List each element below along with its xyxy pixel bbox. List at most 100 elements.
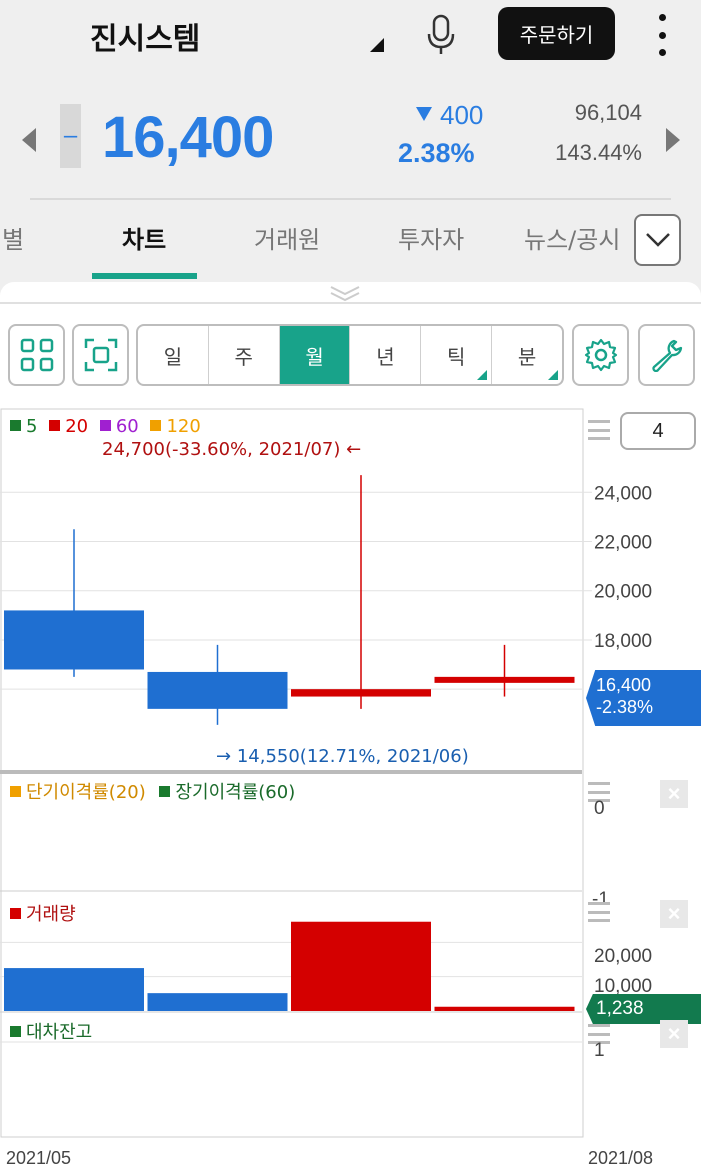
grid-layout-button[interactable]: [8, 324, 65, 386]
tab-more-button[interactable]: [634, 214, 681, 266]
period-label: 일: [163, 344, 183, 369]
tab-investor[interactable]: 투자자: [398, 220, 464, 255]
high-annotation: 24,700(-33.60%, 2021/07) ←: [102, 439, 361, 460]
y-tick-label: 20,000: [594, 582, 652, 603]
period-month[interactable]: 월: [279, 326, 351, 384]
fullscreen-icon: [84, 338, 117, 372]
tools-button[interactable]: [638, 324, 695, 386]
legend-ma5: 5: [26, 416, 38, 437]
period-label: 년: [376, 344, 395, 369]
candle-count-input[interactable]: 4: [620, 412, 696, 450]
tag-rate: -2.38%: [596, 697, 654, 717]
legend-swatch: [150, 420, 162, 431]
grid-icon: [20, 338, 53, 372]
order-button[interactable]: 주문하기: [498, 7, 615, 60]
period-week[interactable]: 주: [209, 326, 280, 384]
legend-swatch: [159, 786, 171, 797]
candle-body: [147, 671, 288, 709]
volume-axis-20000: 20,000: [594, 946, 653, 967]
period-day[interactable]: 일: [138, 326, 209, 384]
legend-swatch: [10, 420, 21, 431]
current-price-tag: 16,400 -2.38%: [586, 670, 701, 726]
legend-ma20: 20: [65, 416, 89, 437]
volume-bar: [291, 921, 431, 1011]
volume-bar: [147, 993, 288, 1011]
tab-news[interactable]: 뉴스/공시: [524, 220, 620, 255]
panel-divider: [0, 302, 701, 304]
legend-swatch: [10, 908, 21, 919]
volume-bar: [434, 1006, 575, 1011]
settings-button[interactable]: [572, 324, 629, 386]
period-label: 주: [234, 344, 253, 369]
legend-swatch: [10, 786, 21, 797]
legend-loan: 대차잔고: [26, 1022, 93, 1043]
submenu-corner-icon: [547, 370, 558, 380]
x-axis-end: 2021/08: [588, 1148, 654, 1168]
legend-swatch: [49, 420, 61, 431]
trade-volume: 96,104: [574, 100, 642, 125]
price-change: 400: [440, 100, 484, 130]
period-tick[interactable]: 틱: [421, 326, 493, 384]
fullscreen-button[interactable]: [72, 324, 129, 386]
legend-swatch: [10, 1026, 21, 1037]
period-label: 월: [305, 344, 324, 369]
stock-dropdown-icon[interactable]: [370, 38, 384, 52]
arrow-right-icon: →: [216, 746, 232, 767]
disparity-pane-close-icon[interactable]: ×: [660, 780, 688, 808]
legend-ma120: 120: [166, 416, 201, 437]
microphone-icon[interactable]: [424, 14, 458, 56]
divider: [30, 198, 671, 200]
loan-axis-1: 1: [594, 1040, 605, 1061]
volume-bar: [4, 968, 144, 1011]
flat-indicator: –: [60, 104, 81, 168]
period-year[interactable]: 년: [350, 326, 422, 384]
volume-pane-menu-icon[interactable]: [588, 902, 610, 922]
disparity-axis-0: 0: [594, 798, 605, 819]
arrow-left-icon: ←: [346, 439, 362, 460]
gear-icon: [584, 338, 617, 372]
change-rate: 2.38%: [398, 138, 475, 168]
down-triangle-icon: [416, 107, 432, 121]
next-stock-arrow-icon[interactable]: [666, 128, 680, 152]
legend-short-disparity: 단기이격률(20): [26, 782, 146, 803]
tab-chart[interactable]: 차트: [122, 220, 166, 255]
loan-pane-close-icon[interactable]: ×: [660, 1020, 688, 1048]
legend-long-disparity: 장기이격률(60): [175, 782, 296, 803]
period-minute[interactable]: 분: [492, 326, 562, 384]
stock-name[interactable]: 진시스템: [90, 14, 200, 58]
y-tick-label: 18,000: [594, 631, 652, 652]
period-label: 분: [517, 344, 537, 369]
low-annotation: → 14,550(12.71%, 2021/06): [216, 746, 469, 767]
ma-legend: 5 20 60 120: [10, 416, 201, 437]
tab-partial[interactable]: 별: [2, 220, 24, 255]
prev-stock-arrow-icon[interactable]: [22, 128, 36, 152]
chevron-double-down-icon[interactable]: [328, 284, 362, 302]
low-annotation-text: 14,550(12.71%, 2021/06): [236, 746, 469, 767]
candle-body: [4, 610, 144, 670]
x-axis-start: 2021/05: [6, 1148, 72, 1168]
volume-ratio: 143.44%: [555, 140, 642, 165]
loan-legend: 대차잔고: [10, 1018, 92, 1044]
current-price: 16,400: [102, 105, 274, 170]
legend-volume: 거래량: [26, 904, 76, 925]
volume-pane-close-icon[interactable]: ×: [660, 900, 688, 928]
tag-price: 16,400: [596, 675, 652, 695]
chevron-down-icon: [645, 233, 670, 247]
period-label: 틱: [447, 344, 466, 369]
submenu-corner-icon: [477, 370, 488, 380]
candle-body: [434, 676, 575, 683]
legend-swatch: [99, 420, 111, 431]
y-tick-label: 22,000: [594, 533, 652, 554]
tab-active-indicator: [92, 273, 197, 279]
y-tick-label: 24,000: [594, 483, 652, 504]
high-annotation-text: 24,700(-33.60%, 2021/07): [102, 439, 341, 460]
price-pane-menu-icon[interactable]: [588, 420, 610, 440]
candle-body: [291, 689, 431, 697]
more-menu-icon[interactable]: [652, 14, 672, 56]
volume-legend: 거래량: [10, 900, 76, 926]
legend-ma60: 60: [115, 416, 139, 437]
wrench-icon: [651, 339, 682, 372]
period-selector: 일 주 월 년 틱 분: [136, 324, 564, 386]
tab-broker[interactable]: 거래원: [254, 220, 320, 255]
disparity-legend: 단기이격률(20) 장기이격률(60): [10, 778, 295, 804]
